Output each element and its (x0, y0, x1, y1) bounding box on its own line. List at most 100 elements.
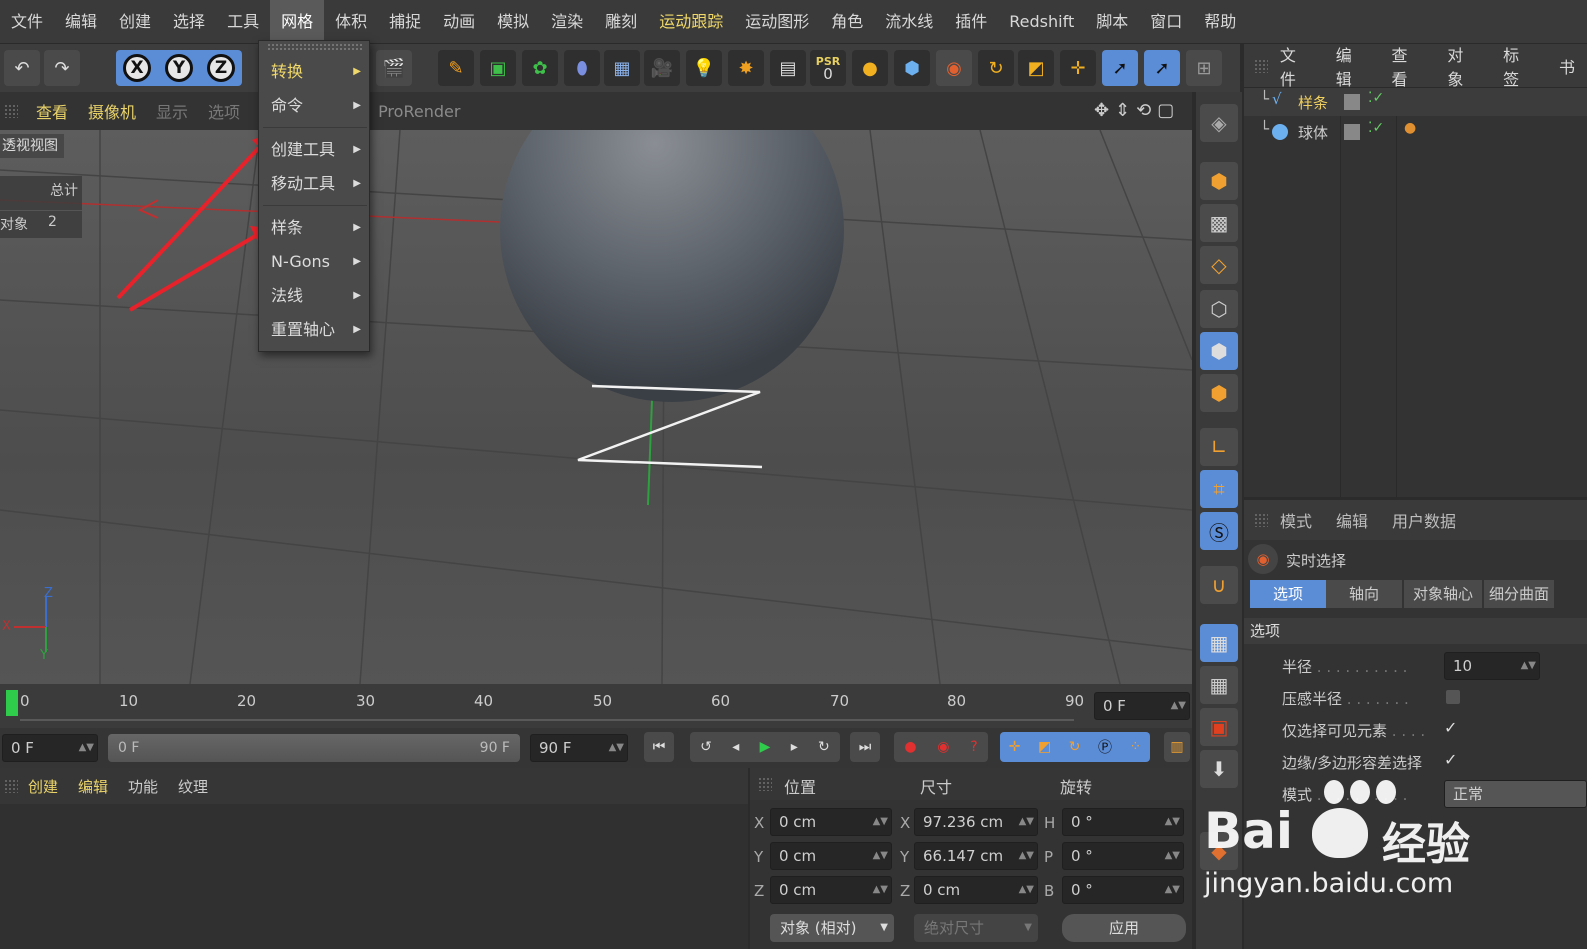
menu-item-ngons[interactable]: N-Gons ▶ (259, 247, 371, 277)
prev-key-icon[interactable]: ↺ (700, 739, 712, 755)
size-z-input[interactable]: 0 cm ▲▼ (914, 876, 1038, 904)
menu-sculpt[interactable]: 雕刻 (594, 0, 648, 44)
solo-button[interactable]: Ⓢ (1200, 512, 1238, 550)
menu-snap[interactable]: 捕捉 (378, 0, 432, 44)
next-frame-icon[interactable]: ▸ (791, 739, 798, 755)
points-mode-button[interactable]: ⬡ (1200, 290, 1238, 328)
mm-menu-edit[interactable]: 编辑 (68, 776, 118, 797)
enabled-check-icon[interactable]: ⁚✓ (1368, 120, 1384, 136)
enabled-check-icon[interactable]: ⁚✓ (1368, 90, 1384, 106)
menu-window[interactable]: 窗口 (1139, 0, 1193, 44)
floor-button[interactable]: ▦ (604, 50, 640, 86)
snap-enable-button[interactable]: ∪ (1200, 566, 1238, 604)
menu-select[interactable]: 选择 (162, 0, 216, 44)
key-parameter-icon[interactable]: Ⓟ (1098, 737, 1112, 757)
section-header-options[interactable]: 选项 (1244, 618, 1587, 644)
menu-file[interactable]: 文件 (0, 0, 54, 44)
menu-script[interactable]: 脚本 (1085, 0, 1139, 44)
menu-item-spline[interactable]: 样条 ▶ (259, 213, 371, 243)
edge-tolerance-checkbox[interactable]: ✓ (1444, 750, 1457, 769)
menu-create[interactable]: 创建 (108, 0, 162, 44)
layer-swatch[interactable] (1344, 124, 1360, 140)
menu-mograph[interactable]: 运动图形 (734, 0, 820, 44)
current-frame-field[interactable]: 0 F ▲▼ (1094, 692, 1190, 720)
texture-mode-button[interactable]: ▩ (1200, 204, 1238, 242)
menu-item-create-tools[interactable]: 创建工具 ▶ (259, 135, 371, 165)
tear-off-grip[interactable] (267, 43, 363, 51)
material-tag-icon[interactable]: ● (1404, 120, 1416, 136)
tab-options[interactable]: 选项 (1250, 580, 1326, 608)
menu-character[interactable]: 角色 (820, 0, 874, 44)
am-menu-mode[interactable]: 模式 (1268, 508, 1324, 532)
om-menu-bookmarks[interactable]: 书 (1547, 54, 1587, 78)
menu-help[interactable]: 帮助 (1193, 0, 1247, 44)
model-mode-button[interactable]: ⬢ (1200, 162, 1238, 200)
position-y-input[interactable]: 0 cm ▲▼ (770, 842, 892, 870)
layer-swatch[interactable] (1344, 94, 1360, 110)
cube-generator-button[interactable]: ▣ (480, 50, 516, 86)
menu-item-commands[interactable]: 命令 ▶ (259, 91, 371, 121)
menu-volume[interactable]: 体积 (324, 0, 378, 44)
live-selection-button[interactable]: ◉ (936, 50, 972, 86)
menu-pipeline[interactable]: 流水线 (874, 0, 944, 44)
om-menu-edit[interactable]: 编辑 (1324, 42, 1380, 90)
object-name-spline[interactable]: 样条 (1298, 92, 1328, 113)
key-position-icon[interactable]: ✛ (1009, 739, 1021, 755)
sphere-object[interactable] (500, 130, 844, 402)
rotation-h-input[interactable]: 0 ° ▲▼ (1062, 808, 1184, 836)
key-rotation-icon[interactable]: ↻ (1069, 739, 1081, 755)
light-button[interactable]: 💡 (686, 50, 722, 86)
menu-simulate[interactable]: 模拟 (486, 0, 540, 44)
radius-input[interactable]: 10 ▲▼ (1444, 652, 1540, 680)
tab-axis[interactable]: 轴向 (1326, 580, 1402, 608)
menu-redshift[interactable]: Redshift (998, 0, 1085, 44)
view-name-label[interactable]: 透视视图 (0, 134, 64, 158)
visible-only-checkbox[interactable]: ✓ (1444, 718, 1457, 737)
om-menu-tags[interactable]: 标签 (1491, 42, 1547, 90)
go-to-end-button[interactable]: ⏭ (850, 732, 880, 762)
menu-plugins[interactable]: 插件 (944, 0, 998, 44)
polygons-mode-button[interactable]: ⬢ (1200, 374, 1238, 412)
deformer-button[interactable]: ⬮ (564, 50, 600, 86)
tag-button[interactable]: ▤ (770, 50, 806, 86)
psr-button[interactable]: PSR 0 (810, 50, 846, 86)
viewport-menu-view[interactable]: 查看 (26, 99, 78, 123)
menu-item-convert[interactable]: 转换 ▶ (259, 57, 371, 87)
subdivision-button[interactable]: ✿ (522, 50, 558, 86)
timeline-ruler[interactable]: 0 10 20 30 40 50 60 70 80 90 0 F ▲▼ (0, 684, 1192, 728)
menu-tools[interactable]: 工具 (216, 0, 270, 44)
undo-button[interactable]: ↶ (4, 50, 40, 86)
move-tool-button[interactable]: ✛ (1060, 50, 1096, 86)
effector-button[interactable]: ✸ (728, 50, 764, 86)
snap-xyz-button[interactable]: ● (852, 50, 888, 86)
menu-item-move-tools[interactable]: 移动工具 ▶ (259, 169, 371, 199)
menu-animate[interactable]: 动画 (432, 0, 486, 44)
make-editable-button[interactable]: ◈ (1200, 104, 1238, 142)
scale-tool-button[interactable]: ◩ (1018, 50, 1054, 86)
menu-item-normals[interactable]: 法线 ▶ (259, 281, 371, 311)
menu-edit[interactable]: 编辑 (54, 0, 108, 44)
next-key-icon[interactable]: ↻ (818, 739, 830, 755)
menu-render[interactable]: 渲染 (540, 0, 594, 44)
timeline-options-button[interactable]: ▥ (1164, 732, 1190, 762)
tweak-mode-button[interactable]: ⌗ (1200, 470, 1238, 508)
orbit-icon[interactable]: ⟲ (1136, 100, 1151, 121)
pressure-radius-checkbox[interactable] (1446, 690, 1460, 704)
size-mode-select[interactable]: 绝对尺寸 ▼ (914, 914, 1038, 942)
rotation-p-input[interactable]: 0 ° ▲▼ (1062, 842, 1184, 870)
apply-button[interactable]: 应用 (1062, 914, 1186, 942)
preview-range-slider[interactable]: 0 F 90 F (108, 734, 520, 762)
selection-filter-button[interactable]: ➚ (1144, 50, 1180, 86)
edges-mode-button[interactable]: ⬢ (1200, 332, 1238, 370)
menu-item-reset-axis[interactable]: 重置轴心 ▶ (259, 315, 371, 345)
key-pla-icon[interactable]: ⁘ (1129, 739, 1141, 755)
rotate-tool-button[interactable]: ↻ (978, 50, 1014, 86)
tab-subdivision[interactable]: 细分曲面 (1484, 580, 1554, 608)
x-axis-lock-button[interactable]: X (123, 54, 151, 82)
workplane-button[interactable]: ⊞ (1186, 50, 1222, 86)
mm-menu-function[interactable]: 功能 (118, 776, 168, 797)
om-menu-view[interactable]: 查看 (1380, 42, 1436, 90)
render-view-button[interactable]: ▣ (1200, 708, 1238, 746)
autokey-icon[interactable]: ◉ (937, 739, 949, 755)
maximize-view-icon[interactable]: ▢ (1157, 100, 1174, 121)
